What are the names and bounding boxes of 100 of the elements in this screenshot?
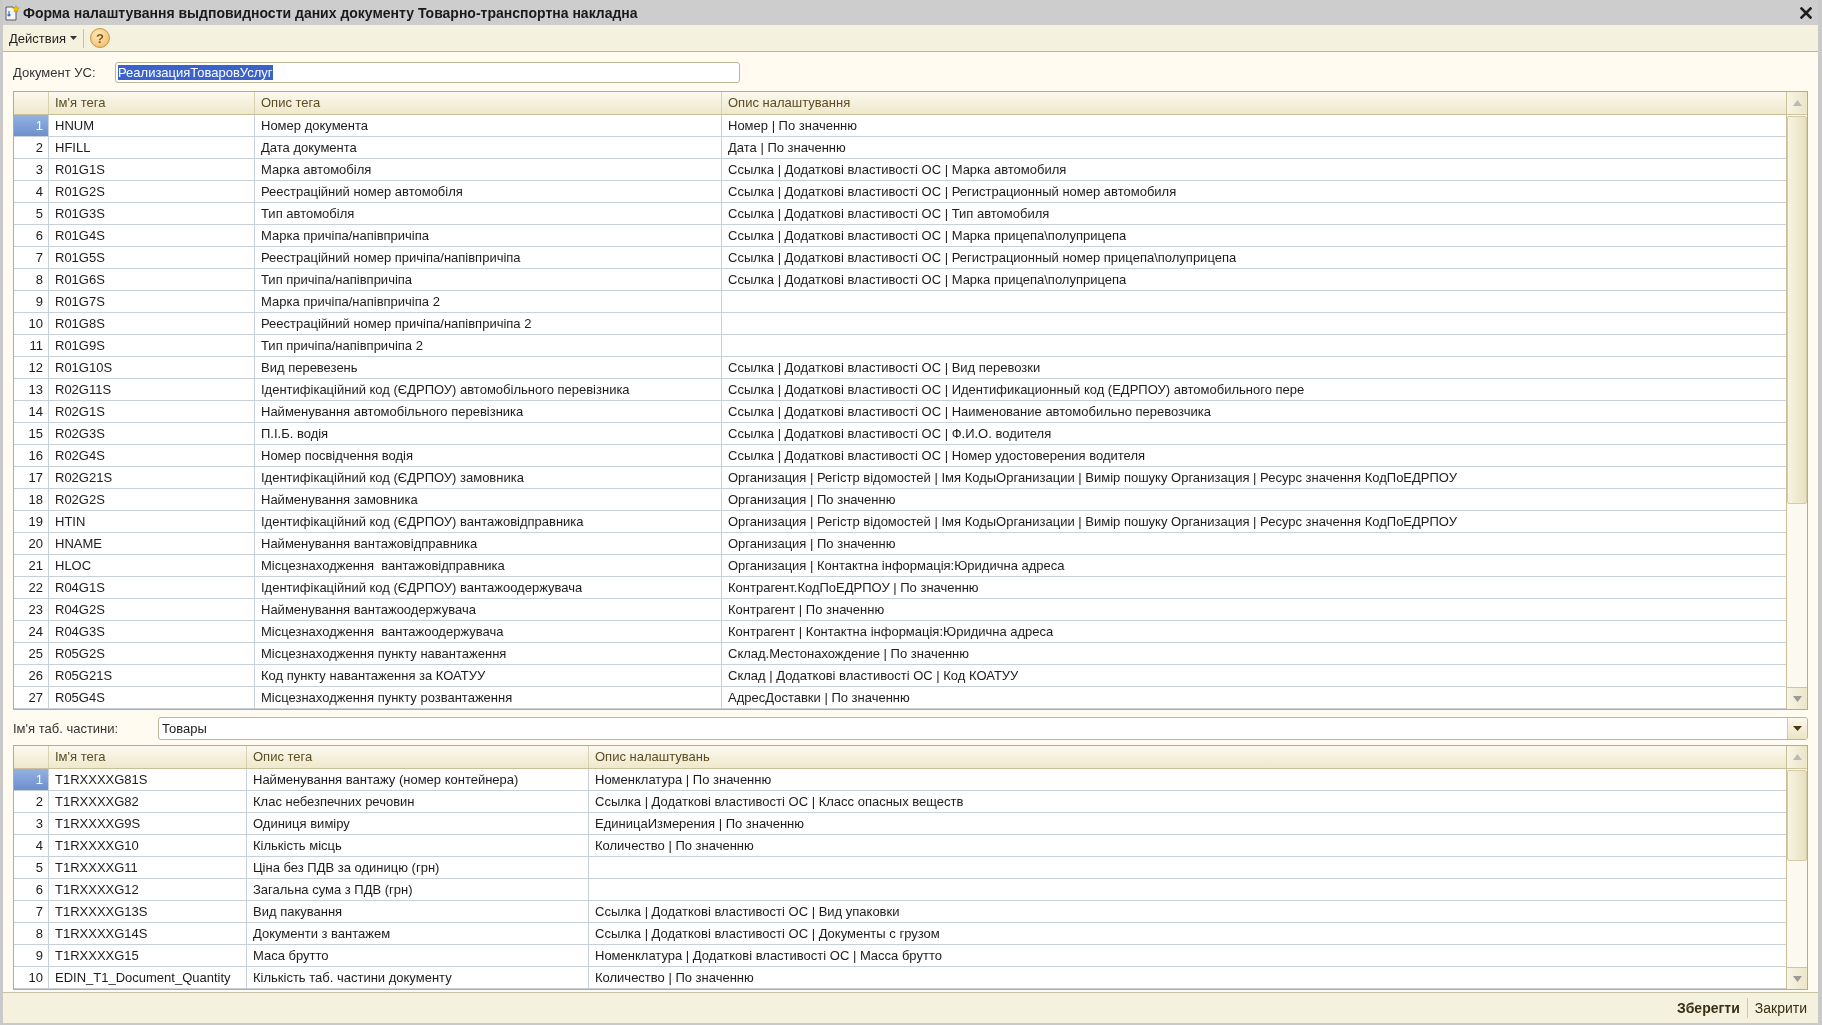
row-number[interactable]: 24 — [14, 621, 49, 642]
row-number[interactable]: 26 — [14, 665, 49, 686]
row-number[interactable]: 23 — [14, 599, 49, 620]
row-number[interactable]: 25 — [14, 643, 49, 664]
row-number[interactable]: 10 — [14, 967, 49, 988]
row-number[interactable]: 17 — [14, 467, 49, 488]
table-cell-text: Контрагент | Контактна інформація:Юридична адреса — [727, 623, 1055, 641]
actions-menu-button[interactable]: Действия — [6, 27, 80, 49]
table-cell-text: Контрагент.КодПоЕДРПОУ | По значенню — [727, 579, 980, 597]
table-cell: R05G2S — [49, 643, 255, 664]
table-cell: П.І.Б. водія — [255, 423, 722, 444]
row-number[interactable]: 7 — [14, 901, 49, 922]
row-number[interactable]: 14 — [14, 401, 49, 422]
row-number[interactable]: 21 — [14, 555, 49, 576]
column-header[interactable]: Ім'я тега — [49, 746, 247, 768]
row-number[interactable]: 15 — [14, 423, 49, 444]
table-cell-text: Организация | Контактна інформація:Юридична адреса — [727, 557, 1066, 575]
table-cell: Найменування замовника — [255, 489, 722, 510]
table-cell-text: Организация | По значенню — [727, 491, 897, 509]
table-cell: Номер посвідчення водія — [255, 445, 722, 466]
row-number[interactable]: 4 — [14, 181, 49, 202]
row-number[interactable]: 9 — [14, 291, 49, 312]
row-number[interactable]: 27 — [14, 687, 49, 708]
scrollbar-thumb[interactable] — [1787, 116, 1807, 504]
table-cell: Марка автомобіля — [255, 159, 722, 180]
scroll-up-button[interactable] — [1787, 92, 1807, 115]
table-cell: Реестраційний номер автомобіля — [255, 181, 722, 202]
row-number[interactable]: 5 — [14, 203, 49, 224]
table-cell: T1RXXXXG82 — [49, 791, 247, 812]
row-number[interactable]: 6 — [14, 879, 49, 900]
row-number[interactable]: 19 — [14, 511, 49, 532]
table-cell-text: Склад.Местонахождение | По значенню — [727, 645, 970, 663]
scroll-down-button[interactable] — [1787, 967, 1807, 989]
row-number[interactable]: 13 — [14, 379, 49, 400]
row-number[interactable]: 2 — [14, 791, 49, 812]
table-cell: Номер документа — [255, 115, 722, 136]
dropdown-field[interactable]: Товары — [158, 717, 1808, 740]
table-cell: R05G4S — [49, 687, 255, 708]
table-cell: R01G6S — [49, 269, 255, 290]
table-cell: T1RXXXXG81S — [49, 769, 247, 790]
row-number[interactable]: 5 — [14, 857, 49, 878]
table-cell: Місцезнаходження вантажовідправника — [255, 555, 722, 576]
scroll-up-button[interactable] — [1787, 746, 1807, 769]
column-header[interactable]: Опис тега — [255, 92, 722, 114]
dialog-button[interactable]: Зберегти — [1669, 998, 1747, 1018]
row-number[interactable]: 22 — [14, 577, 49, 598]
table-cell: T1RXXXXG14S — [49, 923, 247, 944]
row-number[interactable]: 7 — [14, 247, 49, 268]
column-header[interactable]: Ім'я тега — [49, 92, 255, 114]
dropdown-button[interactable] — [1787, 718, 1807, 739]
down-arrow-icon — [1792, 695, 1802, 702]
table-cell: R01G3S — [49, 203, 255, 224]
table-cell: HTIN — [49, 511, 255, 532]
row-number[interactable]: 18 — [14, 489, 49, 510]
dialog-button[interactable]: Закрити — [1746, 998, 1814, 1018]
scrollbar-thumb[interactable] — [1787, 770, 1807, 861]
window-title: Форма налаштування выдповидности даних документу Товарно-транспортна накладна — [23, 4, 639, 21]
table-cell-text: Ссылка | Додаткові властивості ОС | Вид перевозки — [727, 359, 1042, 377]
row-number[interactable]: 3 — [14, 159, 49, 180]
row-number[interactable]: 20 — [14, 533, 49, 554]
row-number[interactable]: 16 — [14, 445, 49, 466]
table-cell-text: Ссылка | Додаткові властивості ОС | Тип автомобиля — [727, 205, 1051, 223]
table-cell: R02G21S — [49, 467, 255, 488]
table-cell-text: ЕдиницаИзмерения | По значенню — [594, 815, 806, 833]
row-number[interactable]: 8 — [14, 923, 49, 944]
row-number[interactable]: 4 — [14, 835, 49, 856]
table-cell: Вид перевезень — [255, 357, 722, 378]
table-cell-text: Номер | По значенню — [727, 117, 858, 135]
table-cell: Загальна сума з ПДВ (грн) — [247, 879, 589, 900]
row-number[interactable]: 11 — [14, 335, 49, 356]
table-cell: EDIN_T1_Document_Quantity — [49, 967, 247, 988]
row-number[interactable]: 2 — [14, 137, 49, 158]
column-header[interactable]: Опис тега — [247, 746, 589, 768]
table-cell: R01G5S — [49, 247, 255, 268]
table-cell: T1RXXXXG15 — [49, 945, 247, 966]
table-cell: Ідентифікаційний код (ЄДРПОУ) вантажоодержувача — [255, 577, 722, 598]
row-number[interactable]: 9 — [14, 945, 49, 966]
table-cell-text: Количество | По значенню — [594, 969, 755, 987]
table-cell: Місцезнаходження вантажоодержувача — [255, 621, 722, 642]
table-cell: Тип автомобіля — [255, 203, 722, 224]
table-cell-text: Ссылка | Додаткові властивості ОС | Номер удостоверения водителя — [727, 447, 1147, 465]
row-number[interactable]: 8 — [14, 269, 49, 290]
table-cell-text: Ссылка | Додаткові властивості ОС | Документы с грузом — [594, 925, 941, 943]
scroll-down-button[interactable] — [1787, 687, 1807, 709]
table-cell: Кількість таб. частини документу — [247, 967, 589, 988]
table-cell: R01G9S — [49, 335, 255, 356]
column-header[interactable]: Опис налаштування — [722, 92, 1786, 114]
column-header[interactable]: Опис налаштувань — [589, 746, 1786, 768]
table-cell-text: Ссылка | Додаткові властивості ОС | Ф.И.О. водителя — [727, 425, 1053, 443]
row-number[interactable]: 12 — [14, 357, 49, 378]
document-field[interactable]: РеализацияТоваровУслуг — [115, 62, 740, 83]
close-icon[interactable] — [1800, 6, 1812, 19]
row-number[interactable]: 3 — [14, 813, 49, 834]
row-number[interactable]: 6 — [14, 225, 49, 246]
row-number[interactable]: 10 — [14, 313, 49, 334]
table-cell: Тип причіпа/напівпричіпа 2 — [255, 335, 722, 356]
caret-icon — [1793, 726, 1802, 731]
table-cell: R04G3S — [49, 621, 255, 642]
help-button[interactable]: ? — [89, 28, 110, 48]
table-cell: Кількість місць — [247, 835, 589, 856]
